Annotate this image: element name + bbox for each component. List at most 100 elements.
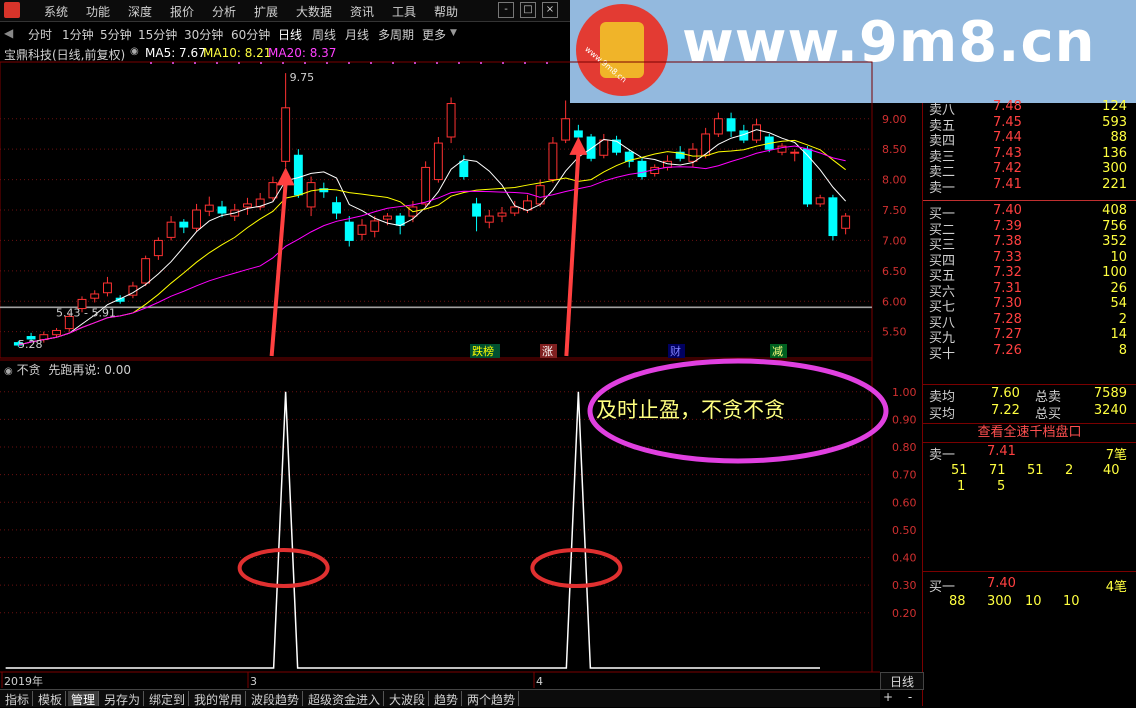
candle-body bbox=[281, 107, 291, 162]
y-tick-label: 5.50 bbox=[882, 326, 907, 339]
candle-body bbox=[306, 182, 316, 208]
candle-body bbox=[752, 124, 761, 141]
marker-dot bbox=[524, 62, 526, 64]
ob-volume: 756 bbox=[1102, 218, 1127, 234]
signal-arrow bbox=[269, 183, 288, 357]
marker-dot bbox=[150, 62, 152, 64]
ask1-queue: 51 71 51 2 40 bbox=[923, 463, 1133, 479]
bottom-tab[interactable]: 我的常用 bbox=[191, 691, 247, 707]
ask-row: 卖一 7.41 221 bbox=[923, 176, 1133, 196]
ob-volume: 352 bbox=[1102, 234, 1127, 249]
candle-body bbox=[561, 118, 571, 141]
ob-volume: 54 bbox=[1110, 296, 1127, 311]
candle-body bbox=[52, 329, 61, 336]
summary-cell: 总买 bbox=[1035, 407, 1062, 422]
depth-cell: 1 bbox=[957, 479, 966, 494]
period-indicator[interactable]: 日线 bbox=[880, 672, 924, 690]
marker-dot bbox=[216, 62, 218, 64]
bottom-tab[interactable]: 管理 bbox=[68, 691, 100, 707]
marker-dot bbox=[502, 62, 504, 64]
y-tick-label: 7.50 bbox=[882, 204, 907, 217]
ask1-header: 卖一 7.41 7笔 bbox=[923, 444, 1133, 463]
chart-area[interactable]: 9.00 8.50 8.00 7.50 7.00 6.50 6.00 5.50 9.75 5.28… bbox=[0, 0, 922, 690]
ob-price: 7.41 bbox=[993, 176, 1022, 192]
depth-cell: 7.41 bbox=[987, 444, 1016, 459]
ob-volume: 88 bbox=[1110, 130, 1127, 145]
bottom-tab[interactable]: 趋势 bbox=[431, 691, 463, 707]
candle-body bbox=[841, 215, 851, 229]
ma5-line bbox=[18, 129, 847, 346]
candle-body bbox=[268, 182, 278, 199]
candle-body bbox=[357, 224, 367, 235]
marker-dot bbox=[348, 62, 350, 64]
bottom-tab[interactable]: 指标 bbox=[2, 691, 34, 707]
settings-icon[interactable]: ◉ bbox=[4, 366, 13, 377]
bottom-tab[interactable]: 模板 bbox=[35, 691, 67, 707]
ob-price: 7.44 bbox=[993, 130, 1022, 145]
bottom-tab[interactable]: 另存为 bbox=[101, 691, 145, 707]
ob-price: 7.27 bbox=[993, 327, 1022, 342]
bottom-tab[interactable]: 大波段 bbox=[386, 691, 430, 707]
ask-row: 卖二 7.42 300 bbox=[923, 161, 1133, 180]
signal-label: 跌榜 bbox=[472, 344, 494, 358]
summary-cell: 7589 bbox=[1093, 386, 1127, 401]
depth-cell: 7笔 bbox=[1105, 448, 1127, 463]
depth-cell: 买一 bbox=[929, 580, 956, 595]
summary-cell: 3240 bbox=[1093, 403, 1127, 418]
y-tick-label: 0.20 bbox=[892, 607, 917, 620]
ob-volume: 593 bbox=[1102, 114, 1127, 130]
candle-body bbox=[370, 220, 380, 232]
ask1-queue: 15 bbox=[923, 479, 1133, 495]
candle-body bbox=[612, 139, 621, 153]
y-tick-label: 8.50 bbox=[882, 143, 907, 156]
candle-body bbox=[90, 293, 100, 299]
bid1-queue: 88 300 10 10 bbox=[923, 594, 1133, 610]
bottom-tab[interactable]: 两个趋势 bbox=[464, 691, 520, 707]
marker-dot bbox=[546, 62, 548, 64]
candle-body bbox=[179, 221, 189, 228]
full-depth-button[interactable]: 查看全速千档盘口 bbox=[923, 423, 1136, 443]
ob-price: 7.42 bbox=[993, 161, 1022, 176]
y-tick-label: 7.00 bbox=[882, 234, 907, 247]
x-tick-label: 2019年 bbox=[4, 674, 43, 688]
marker-dot bbox=[414, 62, 416, 64]
arrow-head-icon bbox=[569, 136, 588, 155]
range-annotation: 5.43 - 5.91 bbox=[56, 306, 116, 319]
depth-cell: 51 bbox=[1027, 463, 1044, 478]
zoom-in-button[interactable]: + bbox=[878, 690, 898, 705]
candle-body bbox=[166, 221, 176, 238]
bid-row: 买七 7.30 54 bbox=[923, 296, 1133, 315]
ma10-line bbox=[18, 139, 846, 346]
bid-row: 买九 7.27 14 bbox=[923, 327, 1133, 346]
marker-dot bbox=[304, 62, 306, 64]
arrow-head-icon bbox=[276, 167, 295, 186]
summary-cell: 买均 bbox=[929, 407, 956, 422]
y-tick-label: 0.70 bbox=[892, 469, 917, 482]
candle-body bbox=[344, 221, 354, 241]
ob-volume: 221 bbox=[1102, 176, 1127, 192]
y-tick-label: 1.00 bbox=[892, 386, 917, 399]
ob-price: 7.31 bbox=[993, 280, 1022, 296]
depth-cell: 40 bbox=[1103, 463, 1120, 478]
summary-cell: 7.60 bbox=[991, 386, 1020, 401]
depth-cell: 88 bbox=[949, 594, 966, 609]
ob-label: 卖一 bbox=[929, 180, 956, 196]
bid-row: 买十 7.26 8 bbox=[923, 342, 1133, 362]
bid-row: 买八 7.28 2 bbox=[923, 312, 1133, 331]
y-tick-label: 0.30 bbox=[892, 579, 917, 592]
zoom-out-button[interactable]: - bbox=[900, 690, 920, 705]
candle-body bbox=[790, 151, 800, 154]
ask-row: 卖三 7.43 136 bbox=[923, 146, 1133, 165]
bottom-tab[interactable]: 绑定到 bbox=[146, 691, 190, 707]
ask-row: 卖五 7.45 593 bbox=[923, 114, 1133, 134]
bottom-tab[interactable]: 波段趋势 bbox=[248, 691, 304, 707]
candle-body bbox=[815, 197, 825, 205]
bid-row: 买四 7.33 10 bbox=[923, 250, 1133, 269]
bottom-tab[interactable]: 超级资金进入 bbox=[305, 691, 385, 707]
depth-cell: 5 bbox=[997, 479, 1006, 494]
ob-price: 7.38 bbox=[993, 234, 1022, 249]
depth-cell: 71 bbox=[989, 463, 1006, 478]
summary-row: 买均 7.22 总买 3240 bbox=[923, 403, 1133, 422]
marker-dot bbox=[326, 62, 328, 64]
ob-price: 7.26 bbox=[993, 342, 1022, 358]
